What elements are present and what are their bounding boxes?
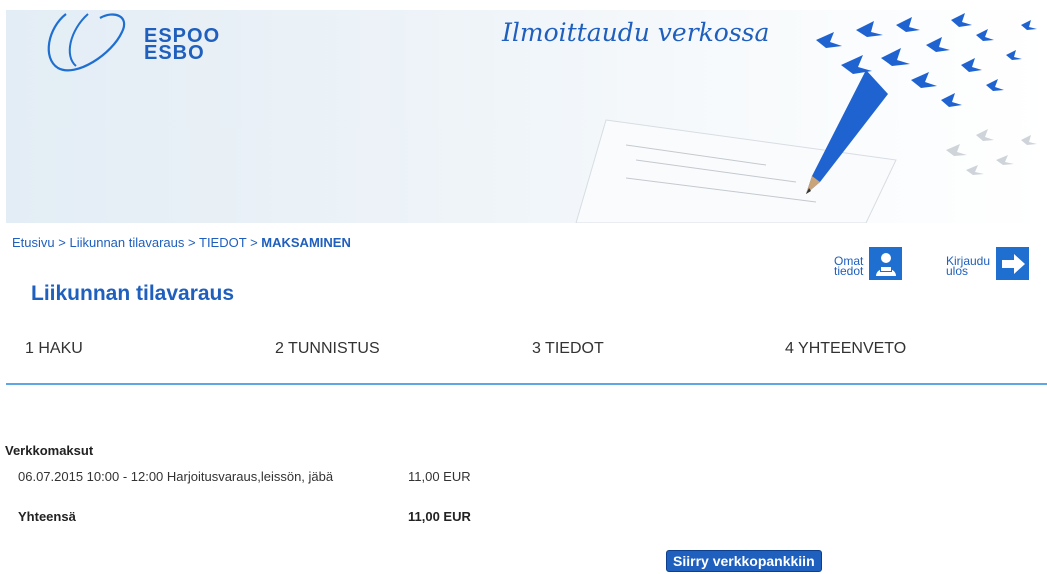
arrow-right-icon (996, 247, 1030, 280)
logo-line-2: ESBO (144, 42, 205, 64)
payments-heading: Verkkomaksut (5, 443, 94, 458)
breadcrumb: Etusivu > Liikunnan tilavaraus > TIEDOT … (12, 235, 351, 250)
online-bank-button[interactable]: Siirry verkkopankkiin (666, 550, 822, 572)
step-2: 2 TUNNISTUS (275, 340, 380, 357)
payment-item-description: 06.07.2015 10:00 - 12:00 Harjoitusvaraus… (18, 469, 334, 484)
breadcrumb-separator: > (188, 235, 196, 250)
total-label: Yhteensä (18, 509, 76, 524)
logout-link-label: Kirjaudu ulos (946, 247, 990, 278)
page-title: Liikunnan tilavaraus (31, 282, 235, 305)
profile-link-label: Omat tiedot (834, 247, 864, 278)
breadcrumb-current: MAKSAMINEN (261, 235, 351, 250)
divider (6, 383, 1047, 385)
breadcrumb-details[interactable]: TIEDOT (199, 235, 246, 250)
breadcrumb-home[interactable]: Etusivu (12, 235, 55, 250)
logout-link-line-2: ulos (946, 264, 969, 278)
header-banner: ESPOO ESBO Ilmoittaudu verkossa (6, 10, 1047, 223)
step-4: 4 YHTEENVETO (785, 340, 907, 357)
profile-link-line-2: tiedot (834, 264, 864, 278)
breadcrumb-booking[interactable]: Liikunnan tilavaraus (69, 235, 184, 250)
step-1: 1 HAKU (25, 340, 83, 357)
payment-item-amount: 11,00 EUR (408, 469, 471, 484)
logo-wordmark: ESPOO ESBO (144, 26, 220, 64)
person-icon (869, 247, 903, 280)
profile-link[interactable]: Omat tiedot (834, 247, 903, 280)
logout-link[interactable]: Kirjaudu ulos (946, 247, 1030, 280)
total-amount: 11,00 EUR (408, 509, 471, 524)
espoo-logo-icon (47, 13, 126, 72)
banner-illustration (575, 13, 1037, 223)
breadcrumb-separator: > (58, 235, 66, 250)
step-3: 3 TIEDOT (532, 340, 604, 357)
breadcrumb-separator: > (250, 235, 258, 250)
